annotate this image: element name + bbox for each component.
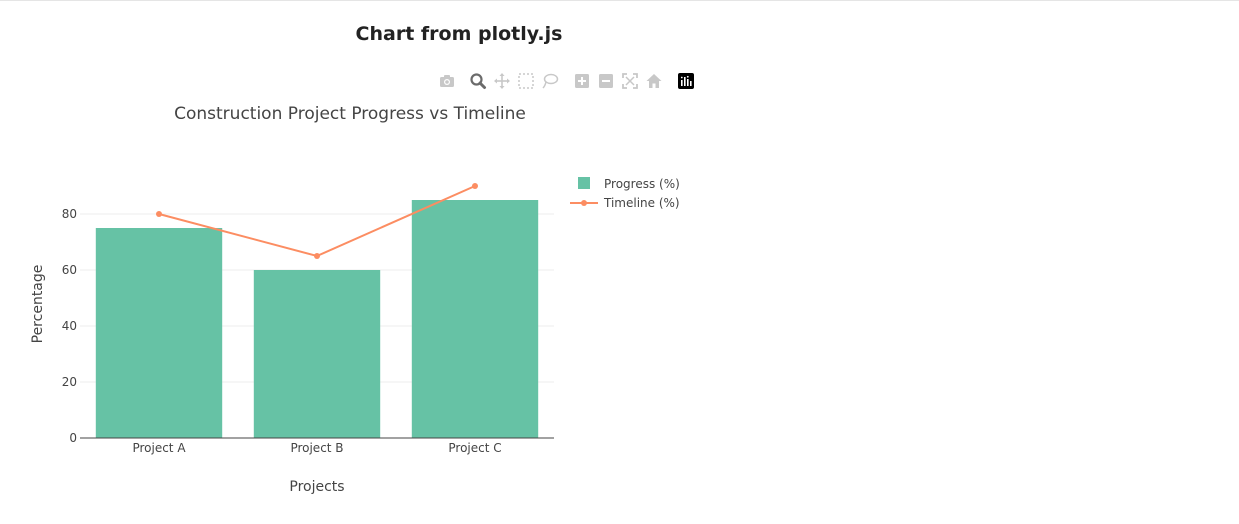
y-axis-title: Percentage [30, 265, 46, 344]
line-point-3[interactable] [472, 183, 478, 189]
legend-label[interactable]: Timeline (%) [603, 196, 680, 210]
x-tick-label: Project B [290, 441, 343, 455]
y-tick-label: 40 [62, 319, 77, 333]
chart[interactable]: Construction Project Progress vs Timelin… [0, 0, 1239, 524]
chart-title: Construction Project Progress vs Timelin… [174, 104, 526, 124]
x-tick-label: Project C [448, 441, 501, 455]
line-point-1[interactable] [156, 211, 162, 217]
legend: Progress (%) Timeline (%) [570, 177, 680, 210]
y-tick-label: 20 [62, 375, 77, 389]
legend-label[interactable]: Progress (%) [604, 177, 680, 191]
legend-swatch-marker [581, 200, 587, 206]
y-tick-label: 80 [62, 207, 77, 221]
x-axis-title: Projects [289, 479, 344, 495]
bar-1[interactable] [95, 228, 223, 438]
bar-series [95, 200, 539, 438]
bar-2[interactable] [253, 270, 381, 438]
line-point-2[interactable] [314, 253, 320, 259]
y-tick-label: 0 [69, 431, 77, 445]
legend-swatch-bar[interactable] [578, 177, 590, 189]
bar-3[interactable] [411, 200, 539, 438]
y-tick-label: 60 [62, 263, 77, 277]
x-tick-label: Project A [132, 441, 186, 455]
